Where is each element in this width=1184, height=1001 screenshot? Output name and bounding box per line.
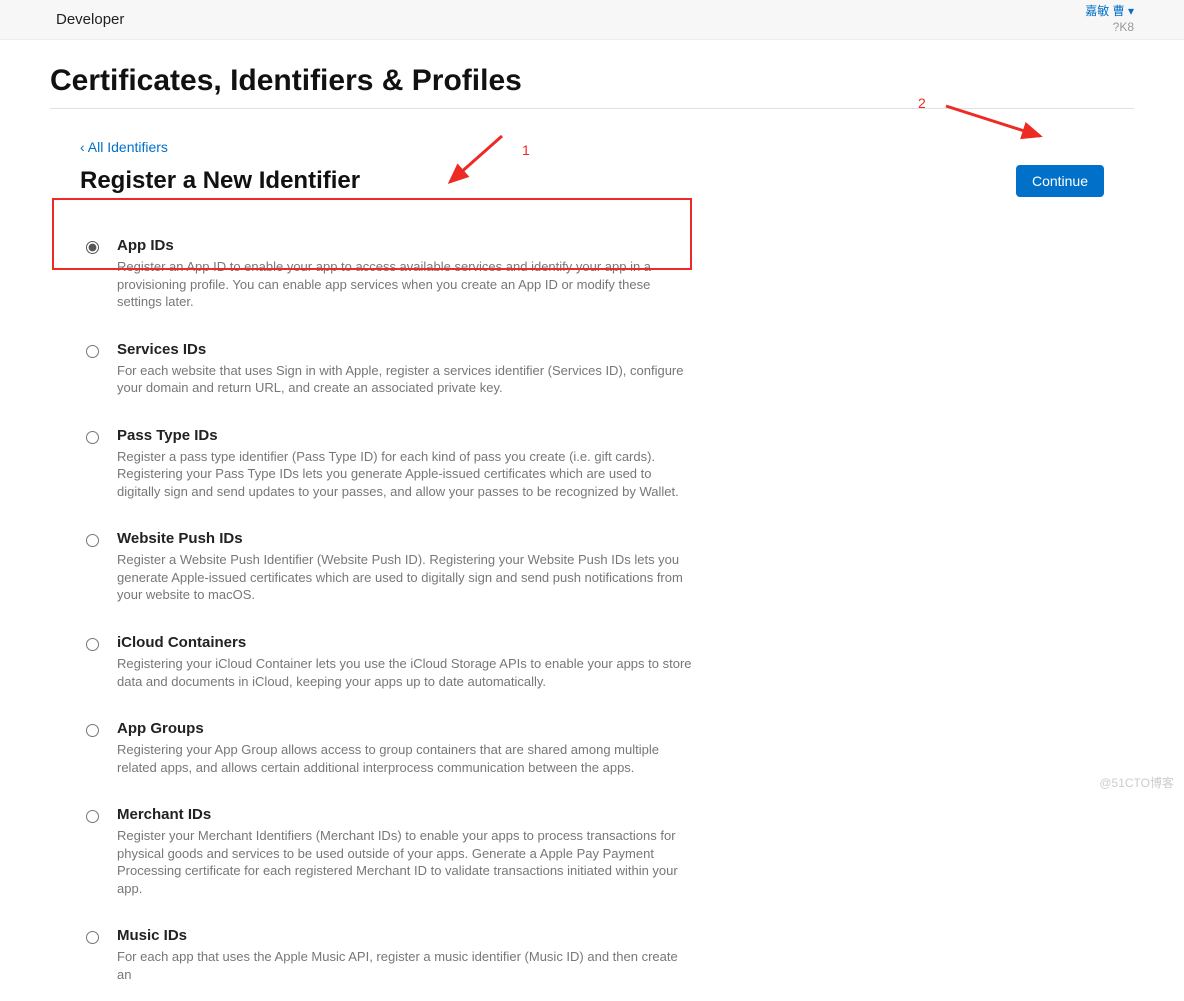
option-title: iCloud Containers [117, 634, 694, 651]
option-radio-icloud-containers[interactable] [86, 638, 99, 651]
option-music-ids[interactable]: Music IDs For each app that uses the Appl… [80, 915, 700, 1001]
option-radio-music-ids[interactable] [86, 931, 99, 944]
option-radio-website-push-ids[interactable] [86, 534, 99, 547]
option-body: iCloud Containers Registering your iCloud… [117, 634, 694, 690]
option-website-push-ids[interactable]: Website Push IDs Register a Website Push … [80, 518, 700, 622]
option-radio-pass-type-ids[interactable] [86, 431, 99, 444]
option-title: Merchant IDs [117, 806, 694, 823]
option-title: Website Push IDs [117, 530, 694, 547]
option-desc: Register an App ID to enable your app to… [117, 258, 694, 311]
content: ‹ All Identifiers Register a New Identif… [50, 109, 1134, 1001]
sub-header: Register a New Identifier Continue [80, 165, 1104, 197]
option-desc: For each website that uses Sign in with … [117, 362, 694, 397]
identifier-options: App IDs Register an App ID to enable your… [80, 225, 1104, 1001]
option-title: App Groups [117, 720, 694, 737]
option-body: Music IDs For each app that uses the Appl… [117, 927, 694, 983]
option-app-groups[interactable]: App Groups Registering your App Group all… [80, 708, 700, 794]
option-radio-services-ids[interactable] [86, 345, 99, 358]
option-radio-app-groups[interactable] [86, 724, 99, 737]
page: Certificates, Identifiers & Profiles ‹ A… [0, 40, 1184, 1001]
option-desc: Registering your App Group allows access… [117, 741, 694, 776]
account-id-text: ?K8 [1085, 20, 1134, 36]
option-title: App IDs [117, 237, 694, 254]
option-title: Music IDs [117, 927, 694, 944]
option-desc: Register a pass type identifier (Pass Ty… [117, 448, 694, 501]
account-name-link[interactable]: 嘉敏 曹 [1085, 4, 1124, 18]
option-icloud-containers[interactable]: iCloud Containers Registering your iCloud… [80, 622, 700, 708]
option-radio-merchant-ids[interactable] [86, 810, 99, 823]
brand-text: Developer [56, 11, 124, 28]
account-dropdown-icon[interactable]: ▾ [1128, 4, 1134, 18]
page-title: Certificates, Identifiers & Profiles [50, 64, 1134, 109]
option-desc: Registering your iCloud Container lets y… [117, 655, 694, 690]
option-desc: Register your Merchant Identifiers (Merc… [117, 827, 694, 897]
option-desc: Register a Website Push Identifier (Webs… [117, 551, 694, 604]
option-body: Services IDs For each website that uses S… [117, 341, 694, 397]
continue-button[interactable]: Continue [1016, 165, 1104, 197]
option-body: Pass Type IDs Register a pass type identi… [117, 427, 694, 501]
option-body: Merchant IDs Register your Merchant Ident… [117, 806, 694, 897]
option-title: Pass Type IDs [117, 427, 694, 444]
topbar: Developer 嘉敏 曹 ▾ ?K8 [0, 0, 1184, 40]
brand-area[interactable]: Developer [50, 11, 124, 28]
account-area: 嘉敏 曹 ▾ ?K8 [1085, 4, 1134, 35]
option-body: Website Push IDs Register a Website Push … [117, 530, 694, 604]
back-all-identifiers-link[interactable]: ‹ All Identifiers [80, 139, 168, 155]
option-desc: For each app that uses the Apple Music A… [117, 948, 694, 983]
option-app-ids[interactable]: App IDs Register an App ID to enable your… [80, 225, 700, 329]
option-body: App IDs Register an App ID to enable your… [117, 237, 694, 311]
option-title: Services IDs [117, 341, 694, 358]
option-body: App Groups Registering your App Group all… [117, 720, 694, 776]
option-services-ids[interactable]: Services IDs For each website that uses S… [80, 329, 700, 415]
option-radio-app-ids[interactable] [86, 241, 99, 254]
option-merchant-ids[interactable]: Merchant IDs Register your Merchant Ident… [80, 794, 700, 915]
watermark: @51CTO博客 [1099, 774, 1174, 791]
option-pass-type-ids[interactable]: Pass Type IDs Register a pass type identi… [80, 415, 700, 519]
sub-title: Register a New Identifier [80, 167, 360, 195]
